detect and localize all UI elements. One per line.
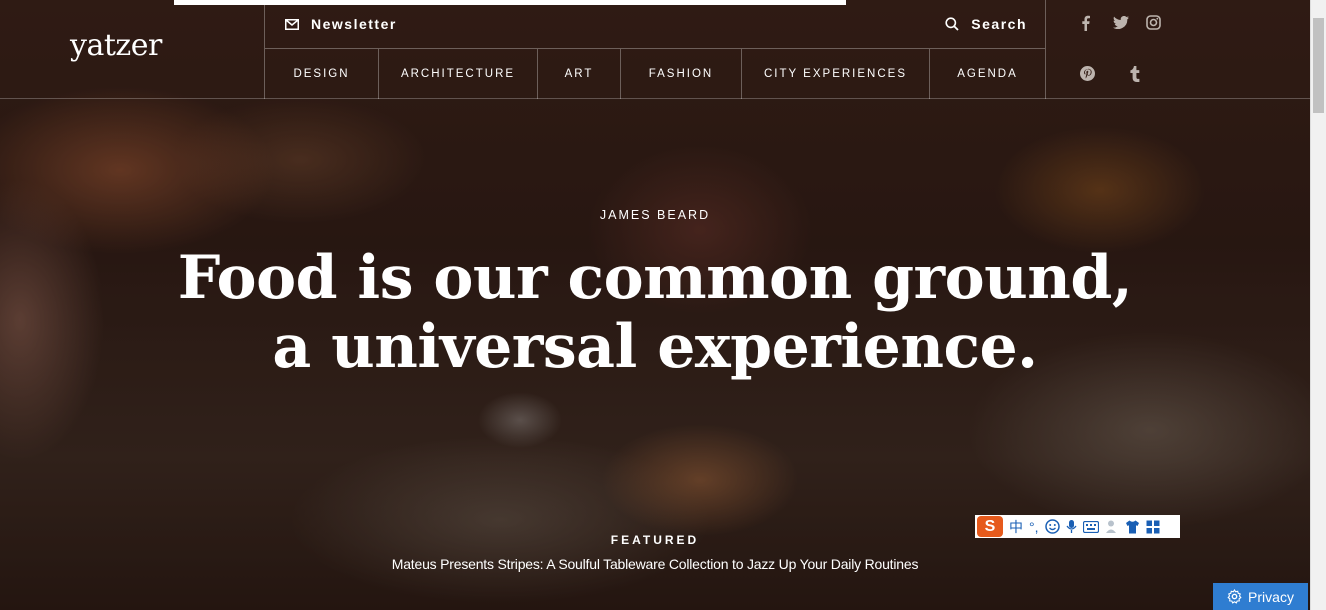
- newsletter-link[interactable]: Newsletter: [285, 16, 397, 32]
- privacy-button[interactable]: Privacy: [1213, 583, 1308, 610]
- ime-toolbar[interactable]: S 中 °,: [975, 515, 1180, 538]
- facebook-icon[interactable]: [1081, 15, 1090, 31]
- ime-punctuation-toggle[interactable]: °,: [1029, 519, 1039, 535]
- ime-mode-toggle[interactable]: 中: [1009, 517, 1023, 537]
- search-button[interactable]: Search: [945, 16, 1027, 32]
- keyboard-icon[interactable]: [1082, 520, 1099, 533]
- nav-item-architecture[interactable]: ARCHITECTURE: [379, 49, 538, 99]
- privacy-label: Privacy: [1248, 588, 1294, 605]
- user-account-icon[interactable]: [1105, 519, 1119, 534]
- newsletter-label: Newsletter: [311, 16, 397, 32]
- social-links: [1046, 0, 1176, 99]
- skin-shirt-icon[interactable]: [1125, 520, 1140, 534]
- nav-category-row: DESIGN ARCHITECTURE ART FASHION CITY EXP…: [265, 49, 1045, 99]
- top-browser-overlay-bar: [174, 0, 846, 5]
- hero-kicker[interactable]: JAMES BEARD: [0, 208, 1310, 222]
- site-header: yatzer Newsletter Search DESIGN ARCHITEC…: [0, 0, 1310, 99]
- gear-icon: [1227, 589, 1242, 604]
- tumblr-icon[interactable]: [1130, 66, 1140, 82]
- vertical-scrollbar[interactable]: [1310, 0, 1326, 610]
- nav-item-fashion[interactable]: FASHION: [621, 49, 742, 99]
- hero-headline[interactable]: Food is our common ground, a universal e…: [155, 244, 1155, 382]
- scrollbar-thumb[interactable]: [1313, 18, 1324, 113]
- featured-article-link[interactable]: Mateus Presents Stripes: A Soulful Table…: [0, 556, 1310, 572]
- nav-item-agenda[interactable]: AGENDA: [930, 49, 1045, 99]
- search-icon: [945, 17, 959, 31]
- microphone-icon[interactable]: [1065, 519, 1077, 534]
- pinterest-icon[interactable]: [1080, 66, 1095, 81]
- nav-utility-row: Newsletter Search: [265, 0, 1045, 49]
- search-label: Search: [971, 16, 1027, 32]
- nav-item-city-experiences[interactable]: CITY EXPERIENCES: [742, 49, 930, 99]
- instagram-icon[interactable]: [1146, 15, 1161, 30]
- sogou-logo-icon[interactable]: S: [977, 516, 1003, 537]
- emoji-icon[interactable]: [1044, 519, 1060, 534]
- nav-item-design[interactable]: DESIGN: [265, 49, 379, 99]
- envelope-icon: [285, 18, 299, 30]
- site-logo[interactable]: yatzer: [70, 28, 162, 63]
- nav-item-art[interactable]: ART: [538, 49, 621, 99]
- toolbox-grid-icon[interactable]: [1146, 520, 1160, 534]
- main-navigation: Newsletter Search DESIGN ARCHITECTURE AR…: [264, 0, 1046, 99]
- twitter-icon[interactable]: [1113, 16, 1129, 29]
